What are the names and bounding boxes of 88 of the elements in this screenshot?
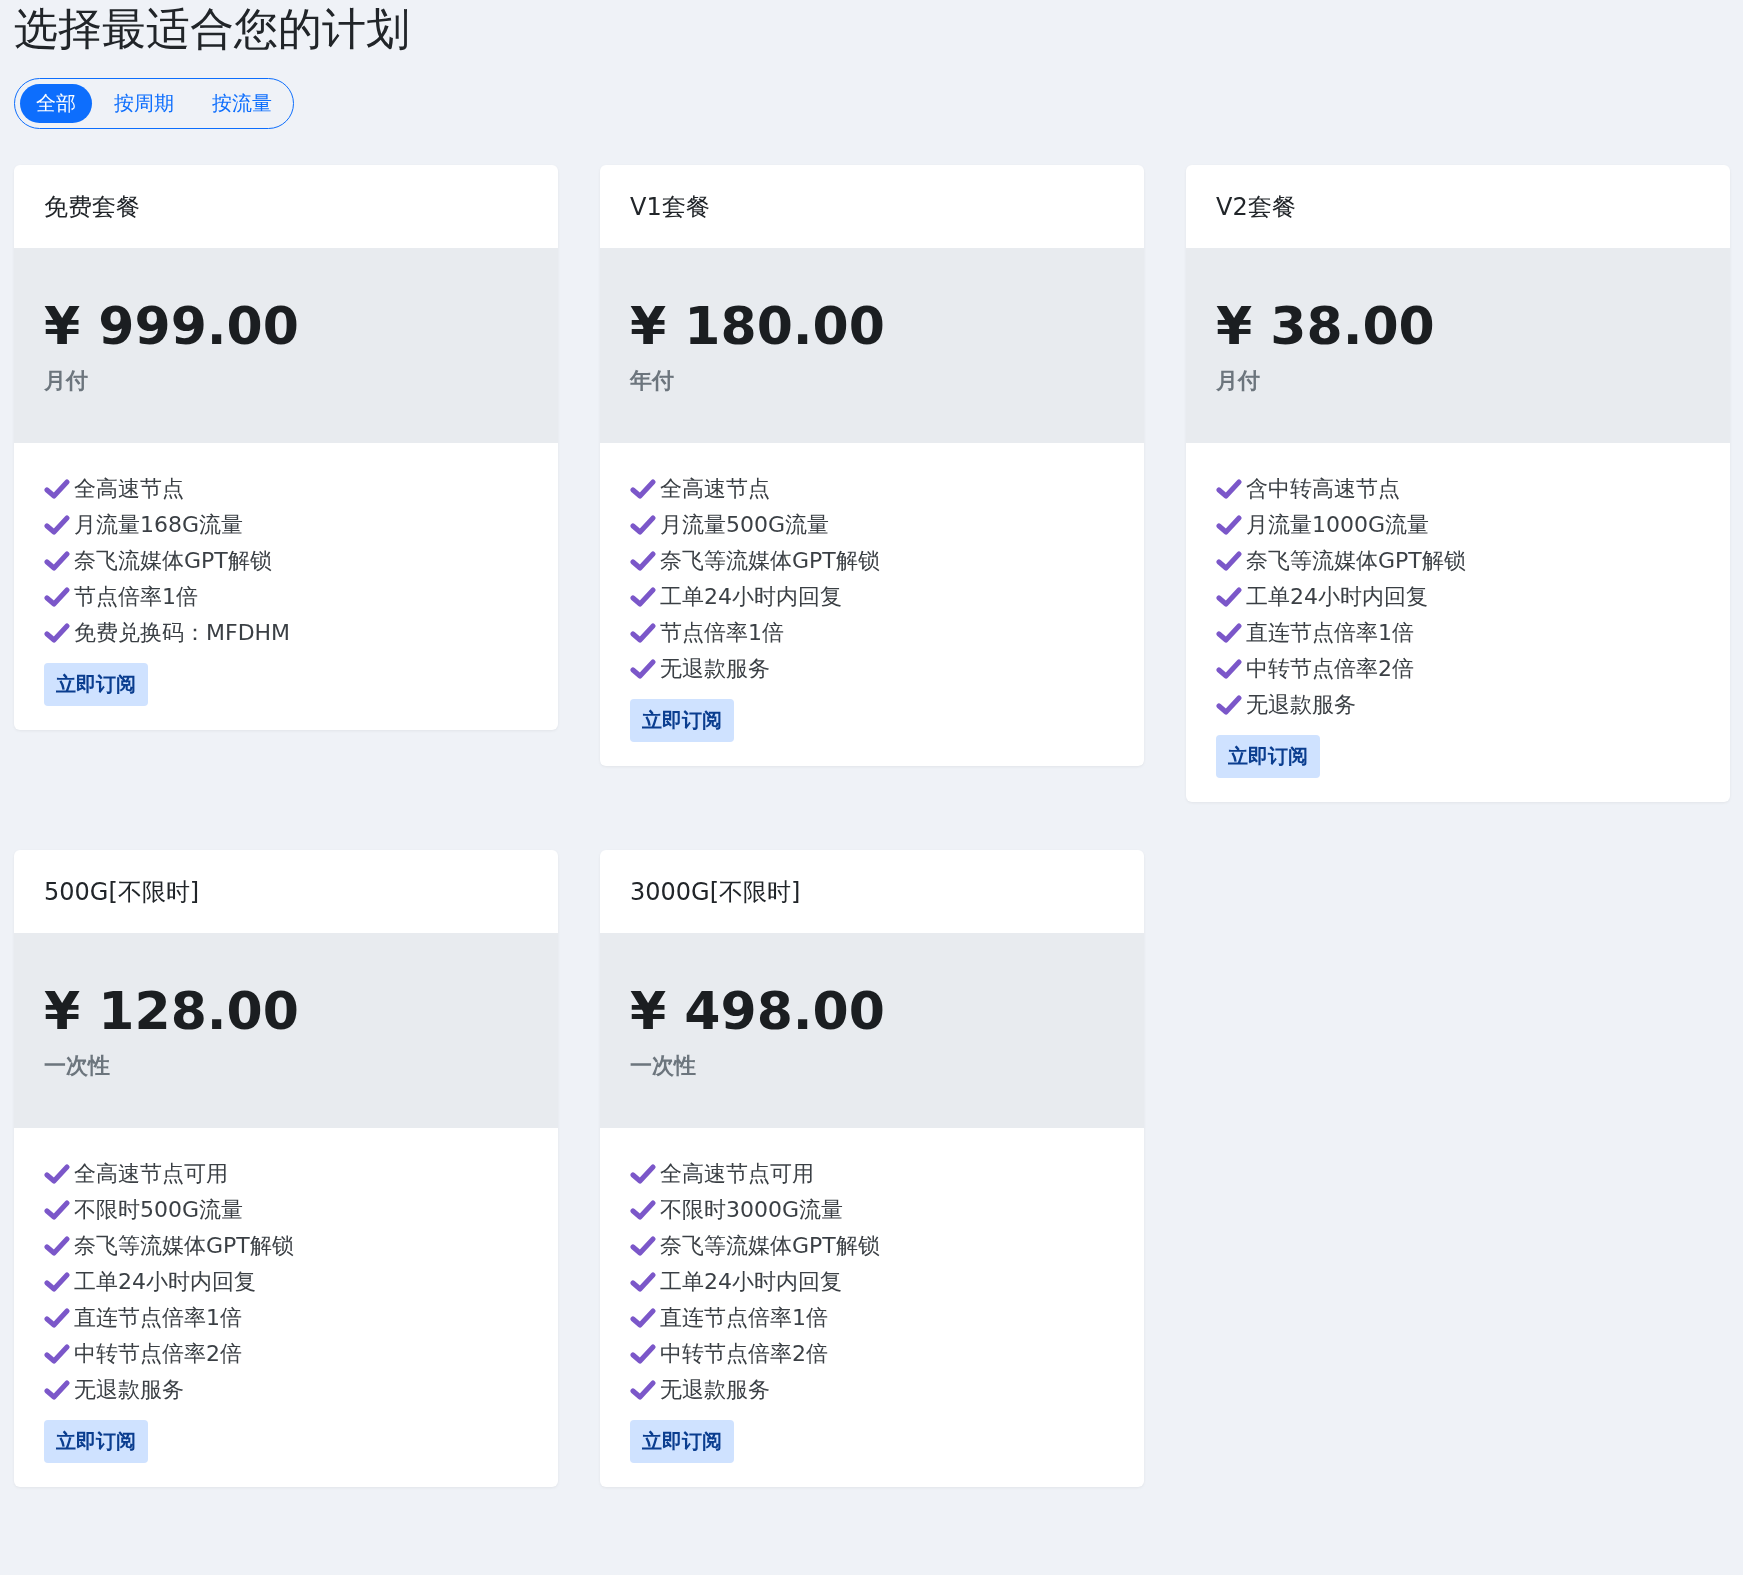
check-icon <box>630 1343 656 1365</box>
feature-text: 无退款服务 <box>74 1376 184 1404</box>
page-title: 选择最适合您的计划 <box>14 2 411 56</box>
check-icon <box>44 1307 70 1329</box>
plan-price: ¥ 498.00 <box>630 980 885 1041</box>
check-icon <box>44 550 70 572</box>
feature-text: 直连节点倍率1倍 <box>74 1304 242 1332</box>
feature-text: 月流量1000G流量 <box>1246 511 1430 539</box>
feature-text: 免费兑换码：MFDHM <box>74 619 291 647</box>
filter-tab[interactable]: 按流量 <box>196 84 288 123</box>
feature-text: 奈飞等流媒体GPT解锁 <box>660 547 880 575</box>
feature-text: 含中转高速节点 <box>1246 475 1400 503</box>
feature-text: 全高速节点可用 <box>660 1160 814 1188</box>
feature-text: 无退款服务 <box>660 655 770 683</box>
check-icon <box>44 1343 70 1365</box>
feature-text: 中转节点倍率2倍 <box>74 1340 242 1368</box>
check-icon <box>44 586 70 608</box>
check-icon <box>1216 550 1242 572</box>
feature-text: 中转节点倍率2倍 <box>1246 655 1414 683</box>
feature-text: 不限时500G流量 <box>74 1196 244 1224</box>
plan-name: V2套餐 <box>1216 191 1296 223</box>
check-icon <box>630 622 656 644</box>
check-icon <box>1216 694 1242 716</box>
plan-price: ¥ 128.00 <box>44 980 299 1041</box>
check-icon <box>630 1271 656 1293</box>
check-icon <box>630 1163 656 1185</box>
plan-name: 500G[不限时] <box>44 876 200 908</box>
check-icon <box>630 514 656 536</box>
feature-text: 月流量168G流量 <box>74 511 244 539</box>
billing-period: 一次性 <box>630 1052 696 1078</box>
plan-price: ¥ 999.00 <box>44 295 299 356</box>
feature-text: 全高速节点 <box>660 475 770 503</box>
feature-text: 无退款服务 <box>1246 691 1356 719</box>
check-icon <box>1216 622 1242 644</box>
plan-name: 免费套餐 <box>44 191 140 223</box>
feature-text: 全高速节点 <box>74 475 184 503</box>
check-icon <box>630 1235 656 1257</box>
check-icon <box>44 1379 70 1401</box>
feature-text: 不限时3000G流量 <box>660 1196 844 1224</box>
check-icon <box>1216 478 1242 500</box>
feature-text: 月流量500G流量 <box>660 511 830 539</box>
check-icon <box>630 1199 656 1221</box>
check-icon <box>630 550 656 572</box>
plan-price: ¥ 38.00 <box>1216 295 1435 356</box>
billing-period: 月付 <box>1216 367 1260 393</box>
subscribe-button[interactable]: 立即订阅 <box>1216 735 1320 778</box>
feature-text: 直连节点倍率1倍 <box>1246 619 1414 647</box>
filter-tab[interactable]: 全部 <box>20 84 92 123</box>
feature-text: 奈飞等流媒体GPT解锁 <box>660 1232 880 1260</box>
feature-text: 全高速节点可用 <box>74 1160 228 1188</box>
billing-period: 年付 <box>630 367 674 393</box>
feature-text: 奈飞流媒体GPT解锁 <box>74 547 272 575</box>
feature-text: 奈飞等流媒体GPT解锁 <box>1246 547 1466 575</box>
subscribe-button[interactable]: 立即订阅 <box>630 699 734 742</box>
feature-text: 工单24小时内回复 <box>74 1268 256 1296</box>
feature-text: 工单24小时内回复 <box>660 1268 842 1296</box>
feature-text: 中转节点倍率2倍 <box>660 1340 828 1368</box>
feature-text: 无退款服务 <box>660 1376 770 1404</box>
plan-name: V1套餐 <box>630 191 710 223</box>
plan-price: ¥ 180.00 <box>630 295 885 356</box>
check-icon <box>44 1199 70 1221</box>
check-icon <box>44 478 70 500</box>
feature-text: 节点倍率1倍 <box>660 619 784 647</box>
check-icon <box>630 1379 656 1401</box>
feature-text: 直连节点倍率1倍 <box>660 1304 828 1332</box>
check-icon <box>44 514 70 536</box>
check-icon <box>630 586 656 608</box>
check-icon <box>44 622 70 644</box>
check-icon <box>44 1271 70 1293</box>
feature-text: 工单24小时内回复 <box>660 583 842 611</box>
check-icon <box>1216 586 1242 608</box>
check-icon <box>1216 658 1242 680</box>
check-icon <box>630 478 656 500</box>
check-icon <box>630 658 656 680</box>
subscribe-button[interactable]: 立即订阅 <box>44 1420 148 1463</box>
subscribe-button[interactable]: 立即订阅 <box>630 1420 734 1463</box>
billing-period: 月付 <box>44 367 88 393</box>
feature-text: 奈飞等流媒体GPT解锁 <box>74 1232 294 1260</box>
check-icon <box>44 1235 70 1257</box>
billing-period: 一次性 <box>44 1052 110 1078</box>
check-icon <box>630 1307 656 1329</box>
check-icon <box>1216 514 1242 536</box>
filter-tab[interactable]: 按周期 <box>98 84 190 123</box>
plan-name: 3000G[不限时] <box>630 876 801 908</box>
feature-text: 节点倍率1倍 <box>74 583 198 611</box>
subscribe-button[interactable]: 立即订阅 <box>44 663 148 706</box>
feature-text: 工单24小时内回复 <box>1246 583 1428 611</box>
check-icon <box>44 1163 70 1185</box>
